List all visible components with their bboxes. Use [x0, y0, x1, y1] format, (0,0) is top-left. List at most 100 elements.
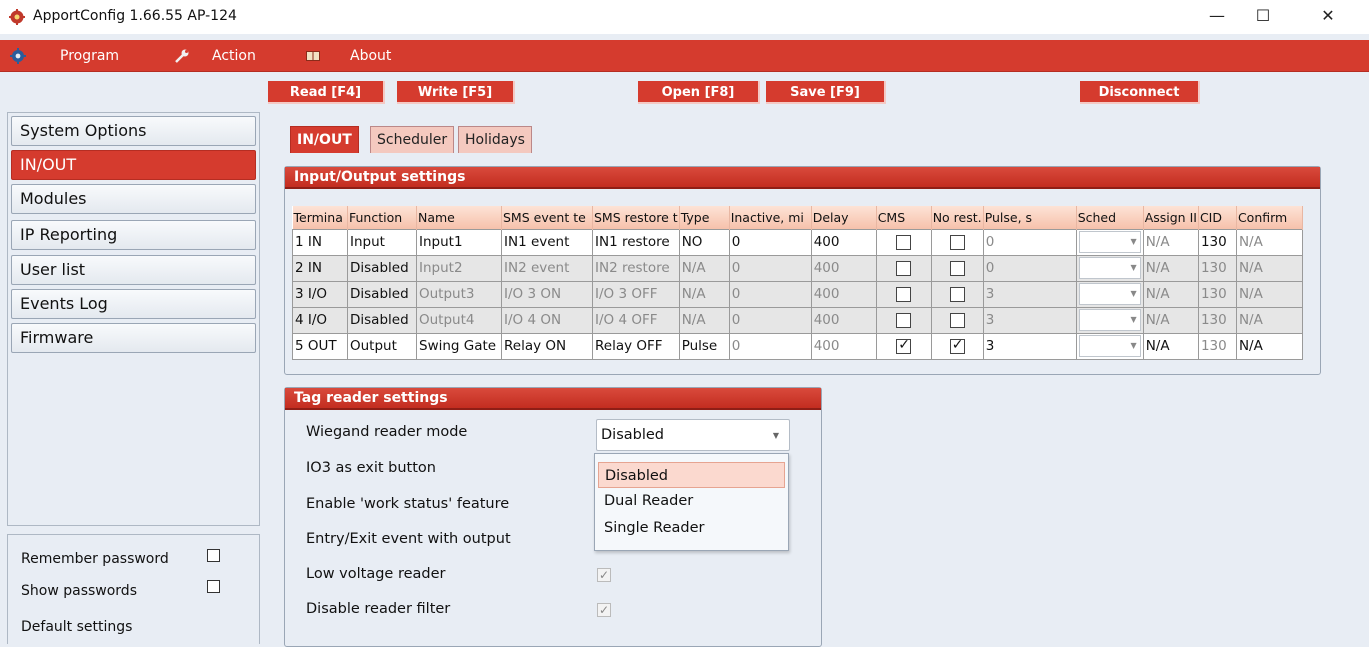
function-cell[interactable]: Disabled [347, 306, 417, 334]
cms-checkbox[interactable] [896, 286, 912, 302]
no-restore-cell[interactable] [930, 254, 984, 282]
name-cell[interactable]: Output3 [416, 280, 502, 308]
cms-cell[interactable] [875, 332, 932, 360]
column-header[interactable]: CMS [876, 206, 932, 229]
sched-cell[interactable]: ▼ [1075, 280, 1144, 308]
cms-checkbox[interactable] [896, 337, 912, 354]
pulse-cell[interactable]: 3 [982, 280, 1077, 308]
sidebar-item-system-options[interactable]: System Options [11, 116, 256, 146]
column-header[interactable]: Assign II [1143, 206, 1199, 229]
pulse-cell[interactable]: 3 [982, 332, 1077, 360]
pulse-cell[interactable]: 0 [982, 254, 1077, 282]
cms-checkbox[interactable] [896, 234, 912, 250]
sidebar-item-modules[interactable]: Modules [11, 184, 256, 214]
sched-cell[interactable]: ▼ [1075, 332, 1144, 360]
column-header[interactable]: Termina [292, 206, 348, 229]
column-header[interactable]: Sched [1076, 206, 1144, 229]
sidebar-item-user-list[interactable]: User list [11, 255, 256, 285]
sms-event-cell[interactable]: Relay ON [501, 332, 593, 360]
sidebar-item-ip-reporting[interactable]: IP Reporting [11, 220, 256, 250]
wiegand-option-single-reader[interactable]: Single Reader [598, 515, 785, 541]
column-header[interactable]: SMS event te [501, 206, 593, 229]
confirm-cell[interactable]: N/A [1235, 306, 1303, 334]
menu-action[interactable]: Action [212, 40, 256, 72]
no-restore-checkbox[interactable] [949, 312, 965, 328]
minimize-button[interactable]: — [1194, 0, 1240, 34]
cms-cell[interactable] [875, 280, 932, 308]
table-row[interactable]: 3 I/O Disabled Output3 I/O 3 ON I/O 3 OF… [292, 280, 1303, 308]
pulse-cell[interactable]: 0 [982, 228, 1077, 256]
read-button[interactable]: Read [F4] [268, 81, 385, 104]
column-header[interactable]: Confirm [1236, 206, 1303, 229]
inactive-cell[interactable]: 0 [728, 280, 812, 308]
maximize-button[interactable]: ☐ [1240, 0, 1286, 34]
function-cell[interactable]: Disabled [347, 280, 417, 308]
name-cell[interactable]: Output4 [416, 306, 502, 334]
inactive-cell[interactable]: 0 [728, 254, 812, 282]
menu-program[interactable]: Program [60, 40, 119, 72]
sched-dropdown[interactable]: ▼ [1078, 231, 1141, 253]
confirm-cell[interactable]: N/A [1235, 332, 1303, 360]
sched-cell[interactable]: ▼ [1075, 254, 1144, 282]
sms-restore-cell[interactable]: I/O 4 OFF [592, 306, 680, 334]
delay-cell[interactable]: 400 [810, 254, 877, 282]
cid-cell[interactable]: 130 [1197, 306, 1237, 334]
pulse-cell[interactable]: 3 [982, 306, 1077, 334]
delay-cell[interactable]: 400 [810, 306, 877, 334]
delay-cell[interactable]: 400 [810, 332, 877, 360]
no-restore-cell[interactable] [930, 228, 984, 256]
column-header[interactable]: Delay [811, 206, 877, 229]
show-passwords-checkbox[interactable] [207, 580, 220, 593]
column-header[interactable]: Type [679, 206, 730, 229]
column-header[interactable]: Name [416, 206, 502, 229]
terminal-cell[interactable]: 1 IN [292, 228, 348, 256]
delay-cell[interactable]: 400 [810, 280, 877, 308]
no-restore-checkbox[interactable] [949, 286, 965, 302]
save-button[interactable]: Save [F9] [766, 81, 886, 104]
column-header[interactable]: Inactive, mi [729, 206, 812, 229]
assign-cell[interactable]: N/A [1142, 280, 1199, 308]
cid-cell[interactable]: 130 [1197, 280, 1237, 308]
cms-cell[interactable] [875, 306, 932, 334]
sched-dropdown[interactable]: ▼ [1078, 283, 1141, 305]
disable-filter-checkbox[interactable]: ✓ [597, 603, 611, 617]
open-button[interactable]: Open [F8] [638, 81, 760, 104]
sms-event-cell[interactable]: I/O 4 ON [501, 306, 593, 334]
table-row[interactable]: 4 I/O Disabled Output4 I/O 4 ON I/O 4 OF… [292, 306, 1303, 334]
close-button[interactable]: ✕ [1305, 0, 1351, 34]
type-cell[interactable]: N/A [678, 306, 730, 334]
assign-cell[interactable]: N/A [1142, 332, 1199, 360]
cms-checkbox[interactable] [896, 312, 912, 328]
column-header[interactable]: CID [1198, 206, 1237, 229]
type-cell[interactable]: NO [678, 228, 730, 256]
name-cell[interactable]: Input2 [416, 254, 502, 282]
function-cell[interactable]: Output [347, 332, 417, 360]
cid-cell[interactable]: 130 [1197, 332, 1237, 360]
confirm-cell[interactable]: N/A [1235, 254, 1303, 282]
no-restore-checkbox[interactable] [949, 234, 965, 250]
sched-dropdown[interactable]: ▼ [1078, 309, 1141, 331]
inactive-cell[interactable]: 0 [728, 228, 812, 256]
cid-cell[interactable]: 130 [1197, 228, 1237, 256]
function-cell[interactable]: Input [347, 228, 417, 256]
sched-cell[interactable]: ▼ [1075, 228, 1144, 256]
column-header[interactable]: No rest. [931, 206, 984, 229]
column-header[interactable]: Pulse, s [983, 206, 1077, 229]
sms-event-cell[interactable]: IN1 event [501, 228, 593, 256]
assign-cell[interactable]: N/A [1142, 306, 1199, 334]
name-cell[interactable]: Swing Gate [416, 332, 502, 360]
sms-restore-cell[interactable]: I/O 3 OFF [592, 280, 680, 308]
sms-restore-cell[interactable]: IN1 restore [592, 228, 680, 256]
tab-in-out[interactable]: IN/OUT [290, 126, 359, 153]
type-cell[interactable]: Pulse [678, 332, 730, 360]
terminal-cell[interactable]: 2 IN [292, 254, 348, 282]
confirm-cell[interactable]: N/A [1235, 228, 1303, 256]
name-cell[interactable]: Input1 [416, 228, 502, 256]
no-restore-checkbox[interactable] [949, 260, 965, 276]
cid-cell[interactable]: 130 [1197, 254, 1237, 282]
no-restore-cell[interactable] [930, 280, 984, 308]
default-settings-link[interactable]: Default settings [21, 619, 132, 635]
sidebar-item-events-log[interactable]: Events Log [11, 289, 256, 319]
sms-restore-cell[interactable]: IN2 restore [592, 254, 680, 282]
column-header[interactable]: SMS restore t [592, 206, 680, 229]
